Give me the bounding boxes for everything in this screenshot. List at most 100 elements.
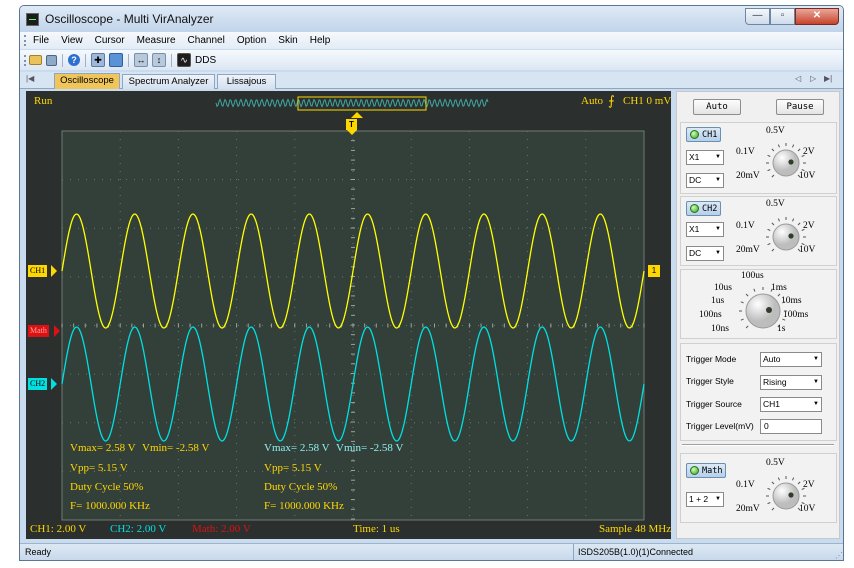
ch1-toggle-button[interactable]: CH1 — [686, 127, 722, 142]
math-toggle-button[interactable]: Math — [686, 463, 727, 478]
resize-grip-icon[interactable]: ⋰ — [835, 551, 843, 560]
knob-tick — [782, 301, 786, 304]
pause-button[interactable]: Pause — [776, 99, 824, 115]
knob-tick — [771, 481, 775, 485]
overview-waveform — [215, 98, 489, 108]
math-offset-arrow — [54, 325, 60, 337]
trigger-position-marker[interactable]: T — [346, 119, 357, 130]
math-operation-select[interactable]: 1 + 2 — [686, 492, 724, 507]
overview-trigger-arrow — [351, 112, 363, 118]
knob-tick — [777, 293, 781, 297]
menu-skin[interactable]: Skin — [272, 35, 303, 46]
timebase-label-10ns: 10ns — [711, 324, 729, 334]
tab-scroll-right-icon[interactable]: ▷ — [810, 74, 816, 83]
ch2-vpp-readout: Vpp= 5.15 V — [264, 462, 322, 474]
knob-tick — [801, 154, 805, 157]
scope-display[interactable]: Run Auto ⨍ CH1 0 mV T CH1 Math CH2 1 Vma… — [26, 91, 671, 539]
menu-help[interactable]: Help — [304, 35, 337, 46]
maximize-button[interactable]: ▫ — [770, 8, 795, 25]
close-button[interactable]: ✕ — [795, 8, 839, 25]
ch1-knob-label-bottom-left: 20mV — [736, 171, 760, 181]
ch2-duty-readout: Duty Cycle 50% — [264, 481, 338, 493]
ch1-offset-marker[interactable]: CH1 — [28, 265, 48, 277]
panel-divider — [682, 444, 834, 446]
ch2-vmax-readout: Vmax= 2.58 V — [264, 442, 330, 454]
open-folder-icon[interactable] — [29, 55, 42, 65]
knob-tick — [801, 169, 805, 172]
menu-view[interactable]: View — [55, 35, 89, 46]
ch2-coupling-select[interactable]: DC — [686, 246, 724, 261]
ch2-knob-label-left: 0.1V — [736, 221, 755, 231]
knob-indicator — [766, 307, 772, 313]
ch2-panel: CH2 X1 DC 0.5V 0.1V 2V 20mV 10V — [680, 196, 837, 266]
screenshot-icon[interactable] — [109, 53, 123, 67]
ch1-button-label: CH1 — [702, 129, 718, 140]
auto-button[interactable]: Auto — [693, 99, 741, 115]
knob-tick — [801, 502, 805, 505]
ch2-toggle-button[interactable]: CH2 — [686, 201, 722, 216]
timebase-knob[interactable] — [739, 287, 787, 338]
zoom-out-icon[interactable]: ↔ — [134, 53, 148, 67]
timebase-label-1us: 1us — [711, 296, 725, 306]
trigger-mode-select[interactable]: Auto — [760, 352, 822, 367]
ch1-panel: CH1 X1 DC 0.5V 0.1V 2V 20mV 10V — [680, 122, 837, 194]
tab-scroll-first-icon[interactable]: |◀ — [26, 74, 34, 83]
knob-tick — [797, 222, 801, 226]
knob-tick — [771, 248, 775, 252]
knob-tick — [771, 222, 775, 226]
menu-channel[interactable]: Channel — [182, 35, 231, 46]
knob-tick — [792, 218, 795, 222]
ch2-knob-label-top: 0.5V — [766, 199, 785, 209]
knob-tick — [771, 507, 775, 511]
menu-measure[interactable]: Measure — [131, 35, 182, 46]
knob-graphic — [739, 287, 787, 329]
menu-cursor[interactable]: Cursor — [89, 35, 131, 46]
menu-bar: File View Cursor Measure Channel Option … — [20, 32, 843, 49]
ch2-volts-knob[interactable] — [766, 217, 806, 260]
help-icon[interactable]: ? — [68, 54, 80, 66]
timebase-label-10us: 10us — [714, 283, 732, 293]
status-connection: ISDS205B(1.0)(1)Connected — [573, 544, 693, 560]
knob-tick — [782, 318, 786, 321]
timebase-label-100ns: 100ns — [699, 310, 722, 320]
ch2-freq-readout: F= 1000.000 KHz — [264, 500, 344, 512]
tab-scroll-left-icon[interactable]: ◁ — [795, 74, 801, 83]
tab-scroll-last-icon[interactable]: ▶| — [824, 74, 832, 83]
knob-tick — [797, 481, 801, 485]
trigger-style-label: Trigger Style — [686, 376, 734, 386]
status-bar: Ready ISDS205B(1.0)(1)Connected ⋰ — [20, 543, 843, 560]
tab-lissajous[interactable]: Lissajous — [217, 74, 276, 89]
menu-option[interactable]: Option — [231, 35, 272, 46]
save-icon[interactable] — [46, 54, 57, 66]
ch1-coupling-select[interactable]: DC — [686, 173, 724, 188]
ch2-probe-select[interactable]: X1 — [686, 222, 724, 237]
knob-tick — [767, 169, 771, 172]
status-ready: Ready — [25, 547, 52, 557]
math-button-label: Math — [702, 465, 723, 476]
dds-icon[interactable]: ∿ — [177, 53, 191, 67]
menu-file[interactable]: File — [27, 35, 55, 46]
knob-tick — [767, 243, 771, 246]
ch2-led-icon — [690, 204, 699, 213]
math-offset-marker[interactable]: Math — [28, 325, 49, 337]
tab-oscilloscope[interactable]: Oscilloscope — [54, 73, 120, 89]
zoom-in-icon[interactable]: ↕ — [152, 53, 166, 67]
grid-icon[interactable]: ✚ — [91, 53, 105, 67]
ch1-trigger-level-marker[interactable]: 1 — [648, 265, 660, 277]
knob-indicator — [788, 159, 794, 165]
ch2-vmin-readout: Vmin= -2.58 V — [336, 442, 404, 454]
knob-tick — [797, 174, 801, 178]
tab-spectrum-analyzer[interactable]: Spectrum Analyzer — [122, 74, 215, 89]
ch2-offset-marker[interactable]: CH2 — [28, 378, 48, 390]
ch1-vmax-readout: Vmax= 2.58 V — [70, 442, 136, 454]
trigger-style-select[interactable]: Rising — [760, 375, 822, 390]
knob-tick — [745, 293, 749, 297]
trigger-level-input[interactable]: 0 — [760, 419, 822, 434]
ch1-probe-select[interactable]: X1 — [686, 150, 724, 165]
math-knob-label-bottom-left: 20mV — [736, 504, 760, 514]
dds-label[interactable]: DDS — [195, 55, 216, 66]
math-volts-knob[interactable] — [766, 476, 806, 519]
trigger-source-select[interactable]: CH1 — [760, 397, 822, 412]
ch1-volts-knob[interactable] — [766, 143, 806, 186]
minimize-button[interactable]: — — [745, 8, 770, 25]
